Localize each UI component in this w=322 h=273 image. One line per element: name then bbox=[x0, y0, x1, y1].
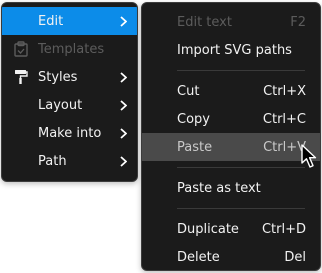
menu-item-edit[interactable]: Edit bbox=[2, 7, 137, 35]
menu-item-path[interactable]: Path bbox=[2, 147, 137, 175]
menu-item-label: Paste bbox=[177, 139, 213, 155]
menu-item-delete[interactable]: Delete Del bbox=[142, 243, 320, 270]
menu-item-shortcut: Ctrl+C bbox=[262, 111, 306, 127]
menu-item-shortcut: Ctrl+V bbox=[263, 139, 306, 155]
menu-item-label: Path bbox=[38, 153, 67, 169]
chevron-right-icon bbox=[117, 15, 127, 27]
chevron-right-icon bbox=[117, 155, 127, 167]
menu-item-label: Delete bbox=[177, 249, 220, 265]
menu-item-label: Layout bbox=[38, 97, 83, 113]
menu-divider bbox=[177, 167, 305, 168]
menu-item-styles[interactable]: Styles bbox=[2, 63, 137, 91]
menu-item-label: Templates bbox=[38, 41, 105, 57]
context-menu: Edit Templates Styles Layout Make into P… bbox=[1, 2, 138, 182]
chevron-right-icon bbox=[117, 99, 127, 111]
menu-item-label: Import SVG paths bbox=[177, 42, 292, 58]
menu-item-label: Edit bbox=[38, 13, 64, 29]
menu-item-cut[interactable]: Cut Ctrl+X bbox=[142, 77, 320, 105]
menu-item-label: Copy bbox=[177, 111, 210, 127]
menu-item-shortcut: Del bbox=[284, 249, 306, 265]
edit-submenu: Edit text F2 Import SVG paths Cut Ctrl+X… bbox=[141, 2, 321, 271]
menu-item-shortcut: F2 bbox=[290, 14, 306, 30]
clipboard-icon bbox=[13, 41, 29, 57]
menu-item-label: Make into bbox=[38, 125, 102, 141]
menu-item-templates: Templates bbox=[2, 35, 137, 63]
menu-item-shortcut: Ctrl+X bbox=[263, 83, 306, 99]
menu-item-edit-text: Edit text F2 bbox=[142, 8, 320, 36]
menu-divider bbox=[177, 208, 305, 209]
menu-item-copy[interactable]: Copy Ctrl+C bbox=[142, 105, 320, 133]
menu-item-import-svg-paths[interactable]: Import SVG paths bbox=[142, 36, 320, 64]
menu-item-label: Styles bbox=[38, 69, 78, 85]
chevron-right-icon bbox=[117, 127, 127, 139]
menu-item-label: Paste as text bbox=[177, 180, 261, 196]
menu-item-paste[interactable]: Paste Ctrl+V bbox=[142, 133, 320, 161]
chevron-right-icon bbox=[117, 71, 127, 83]
canvas: Edit Templates Styles Layout Make into P… bbox=[0, 0, 322, 273]
menu-item-make-into[interactable]: Make into bbox=[2, 119, 137, 147]
menu-item-duplicate[interactable]: Duplicate Ctrl+D bbox=[142, 215, 320, 243]
paint-roller-icon bbox=[13, 69, 29, 85]
menu-item-label: Duplicate bbox=[177, 221, 239, 237]
menu-item-shortcut: Ctrl+D bbox=[261, 221, 306, 237]
menu-item-label: Cut bbox=[177, 83, 200, 99]
menu-item-paste-as-text[interactable]: Paste as text bbox=[142, 174, 320, 202]
menu-item-label: Edit text bbox=[177, 14, 232, 30]
menu-item-layout[interactable]: Layout bbox=[2, 91, 137, 119]
menu-divider bbox=[177, 70, 305, 71]
